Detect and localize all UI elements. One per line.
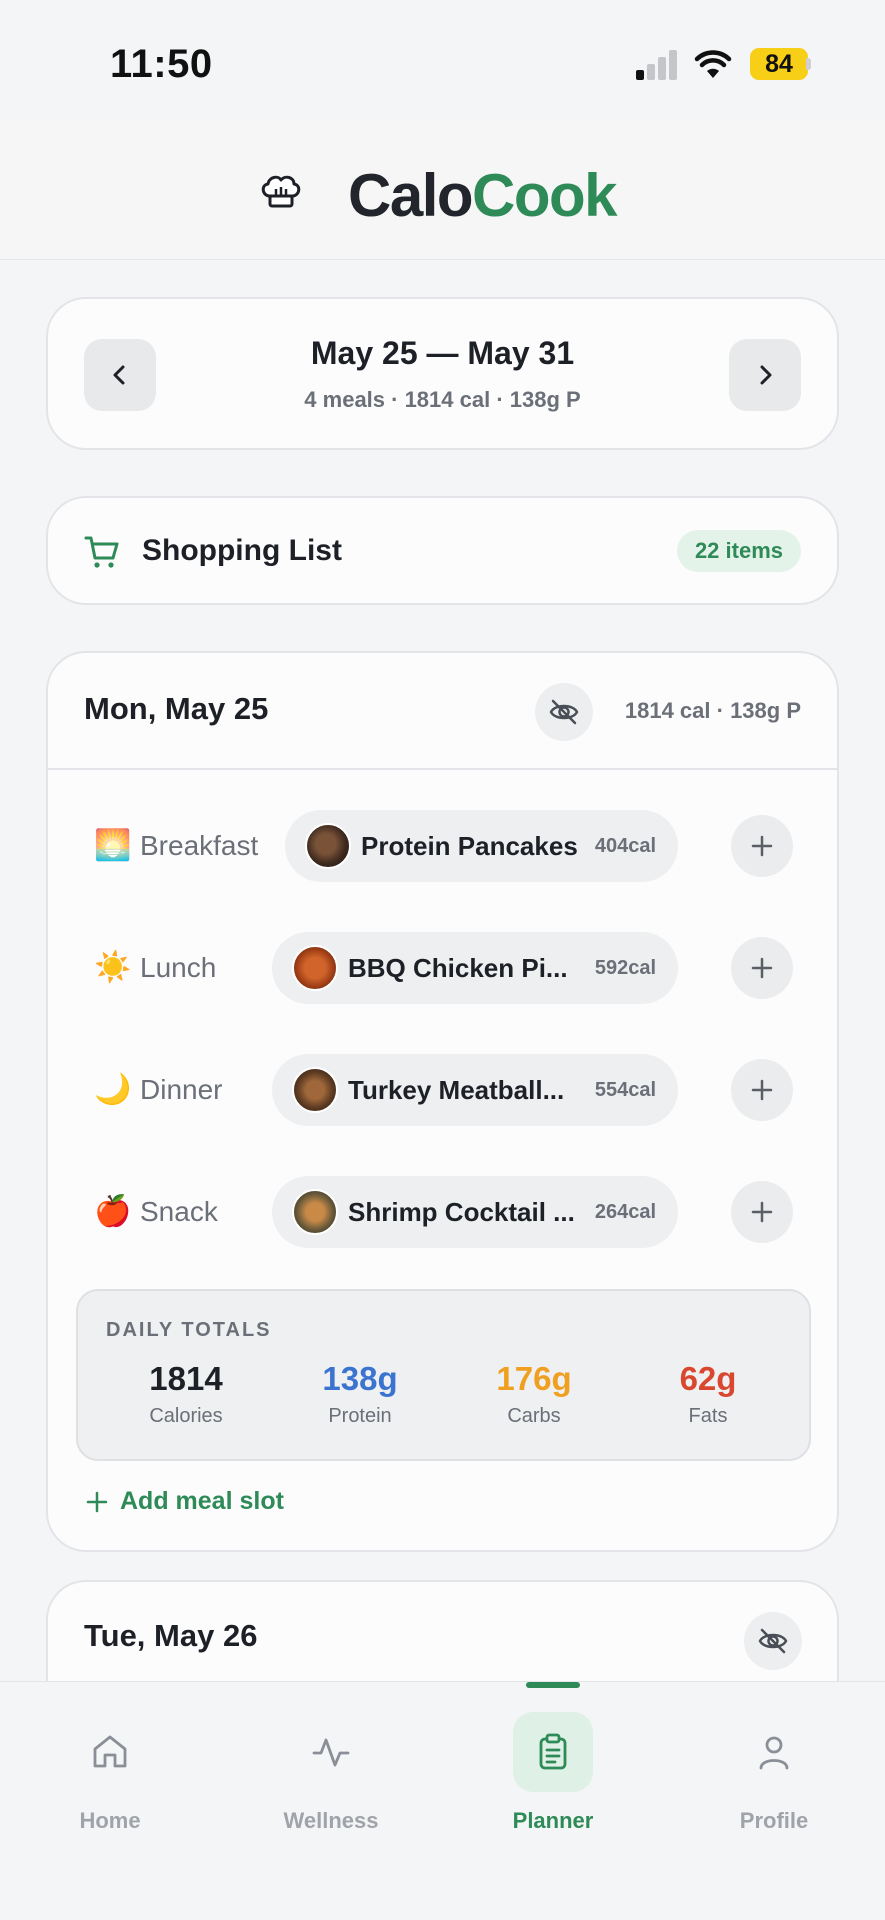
sun-icon: ☀️ <box>94 951 132 984</box>
meal-name: Shrimp Cocktail ... <box>348 1197 575 1227</box>
eye-off-icon <box>758 1628 788 1654</box>
meal-calories: 554cal <box>594 1079 656 1101</box>
total-label: Fats <box>688 1405 728 1427</box>
clipboard-icon <box>539 1733 567 1770</box>
tab-planner[interactable]: Planner <box>453 1712 653 1852</box>
total-value: 138g <box>322 1360 398 1397</box>
plus-icon <box>86 1491 108 1512</box>
app-logo-text: CaloCook <box>348 158 618 234</box>
eye-off-icon <box>549 699 579 725</box>
week-range: May 25 — May 31 <box>310 335 575 371</box>
bottom-tab-bar: Home Wellness Planner Profile <box>0 1681 885 1920</box>
tab-icon-wrap <box>513 1712 593 1792</box>
activity-icon <box>312 1738 350 1767</box>
meal-slot-snack: 🍎 Snack Shrimp Cocktail ... 264cal <box>48 1176 837 1248</box>
user-icon <box>759 1736 789 1770</box>
meal-slot-dinner: 🌙 Dinner Turkey Meatball... 554cal <box>48 1054 837 1126</box>
day-summary: 1814 cal · 138g P <box>624 698 801 723</box>
total-value: 176g <box>496 1360 572 1397</box>
cellular-signal-icon <box>634 50 680 80</box>
slot-label: Snack <box>140 1196 218 1227</box>
meal-chip[interactable]: BBQ Chicken Pi... 592cal <box>272 932 678 1004</box>
slot-label: Dinner <box>140 1074 223 1105</box>
meal-name: BBQ Chicken Pi... <box>348 953 568 983</box>
meal-slot-lunch: ☀️ Lunch BBQ Chicken Pi... 592cal <box>48 932 837 1004</box>
tab-icon-wrap <box>291 1712 371 1792</box>
status-bar: 11:50 84 <box>0 0 885 120</box>
meal-thumbnail <box>292 1067 338 1113</box>
meal-name: Turkey Meatball... <box>348 1075 565 1105</box>
total-value: 62g <box>679 1360 737 1397</box>
hide-day-button[interactable] <box>535 683 593 741</box>
total-protein: 138g Protein <box>280 1359 440 1428</box>
day-title: Tue, May 26 <box>84 1618 258 1653</box>
add-meal-button[interactable] <box>731 1059 793 1121</box>
chef-hat-icon <box>261 175 301 208</box>
home-icon <box>93 1735 127 1768</box>
daily-totals: DAILY TOTALS 1814 Calories 138g Protein … <box>76 1289 811 1461</box>
wifi-icon <box>694 50 732 78</box>
shopping-list-card[interactable]: Shopping List 22 items <box>46 496 839 605</box>
meal-thumbnail <box>292 945 338 991</box>
day-card: Mon, May 25 1814 cal · 138g P 🌅 Breakfas… <box>46 651 839 1552</box>
add-meal-slot-label: Add meal slot <box>120 1487 284 1515</box>
hide-day-button[interactable] <box>744 1612 802 1670</box>
total-fats: 62g Fats <box>628 1359 788 1428</box>
total-value: 1814 <box>149 1360 223 1397</box>
plus-icon <box>751 1201 773 1223</box>
tab-profile[interactable]: Profile <box>674 1712 874 1852</box>
sunrise-icon: 🌅 <box>94 829 132 862</box>
tab-label: Planner <box>512 1808 594 1833</box>
meal-slot-breakfast: 🌅 Breakfast Protein Pancakes 404cal <box>48 810 837 882</box>
status-time: 11:50 <box>110 42 213 86</box>
week-summary: 4 meals · 1814 cal · 138g P <box>304 387 581 412</box>
total-calories: 1814 Calories <box>106 1359 266 1428</box>
shopping-items-badge: 22 items <box>676 530 801 572</box>
add-meal-slot-button[interactable]: Add meal slot <box>86 1487 284 1516</box>
tab-icon-wrap <box>70 1712 150 1792</box>
add-meal-button[interactable] <box>731 815 793 877</box>
shopping-cart-icon <box>84 536 119 568</box>
meal-calories: 404cal <box>594 835 656 857</box>
add-meal-button[interactable] <box>731 937 793 999</box>
meal-chip[interactable]: Turkey Meatball... 554cal <box>272 1054 678 1126</box>
slot-label: Breakfast <box>140 830 259 861</box>
active-tab-indicator <box>526 1682 580 1688</box>
divider <box>48 768 837 770</box>
add-meal-button[interactable] <box>731 1181 793 1243</box>
moon-icon: 🌙 <box>94 1073 132 1106</box>
tab-label: Wellness <box>283 1808 379 1833</box>
battery-cap <box>806 58 811 70</box>
chevron-right-icon <box>760 365 772 385</box>
total-label: Protein <box>328 1405 392 1427</box>
meal-calories: 592cal <box>594 957 656 979</box>
apple-icon: 🍎 <box>94 1195 132 1228</box>
week-navigator: May 25 — May 31 4 meals · 1814 cal · 138… <box>46 297 839 450</box>
total-label: Calories <box>149 1405 223 1427</box>
battery-icon: 84 <box>750 48 808 80</box>
brand-part-1: Calo <box>348 162 474 229</box>
plus-icon <box>751 1079 773 1101</box>
meal-chip[interactable]: Protein Pancakes 404cal <box>285 810 678 882</box>
meal-thumbnail <box>292 1189 338 1235</box>
daily-totals-heading: DAILY TOTALS <box>106 1319 272 1341</box>
total-carbs: 176g Carbs <box>454 1359 614 1428</box>
slot-label: Lunch <box>140 952 217 983</box>
tab-label: Profile <box>739 1808 809 1833</box>
plus-icon <box>751 957 773 979</box>
shopping-list-title: Shopping List <box>142 534 342 567</box>
brand-part-2: Cook <box>472 162 618 229</box>
tab-label: Home <box>79 1808 141 1833</box>
tab-icon-wrap <box>734 1712 814 1792</box>
meal-calories: 264cal <box>594 1201 656 1223</box>
meal-chip[interactable]: Shrimp Cocktail ... 264cal <box>272 1176 678 1248</box>
meal-thumbnail <box>305 823 351 869</box>
next-week-button[interactable] <box>729 339 801 411</box>
total-label: Carbs <box>507 1405 561 1427</box>
meal-name: Protein Pancakes <box>361 831 578 861</box>
plus-icon <box>751 835 773 857</box>
day-title: Mon, May 25 <box>84 691 269 726</box>
tab-wellness[interactable]: Wellness <box>231 1712 431 1852</box>
tab-home[interactable]: Home <box>10 1712 210 1852</box>
